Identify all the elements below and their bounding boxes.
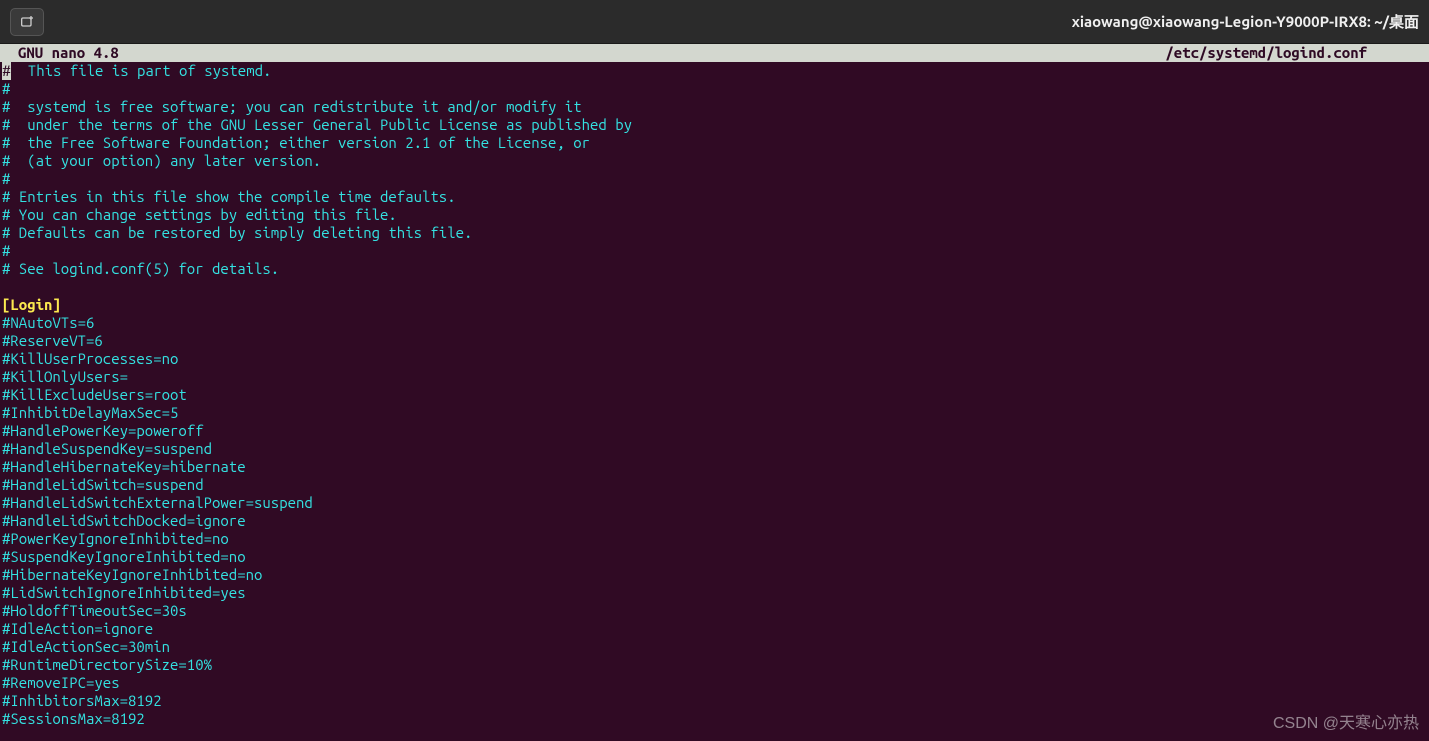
editor-line: # under the terms of the GNU Lesser Gene… — [2, 116, 1427, 134]
window-titlebar: xiaowang@xiaowang-Legion-Y9000P-IRX8: ~/… — [0, 0, 1429, 44]
editor-line: #IdleActionSec=30min — [2, 638, 1427, 656]
window-title: xiaowang@xiaowang-Legion-Y9000P-IRX8: ~/… — [1072, 13, 1419, 31]
editor-line: # See logind.conf(5) for details. — [2, 260, 1427, 278]
editor-line: #HandleLidSwitchExternalPower=suspend — [2, 494, 1427, 512]
editor-line: #HandleLidSwitch=suspend — [2, 476, 1427, 494]
editor-line: # (at your option) any later version. — [2, 152, 1427, 170]
editor-line: # — [2, 242, 1427, 260]
editor-line: #NAutoVTs=6 — [2, 314, 1427, 332]
editor-line: #KillUserProcesses=no — [2, 350, 1427, 368]
editor-line: #RemoveIPC=yes — [2, 674, 1427, 692]
cursor-block: # — [2, 62, 11, 80]
editor-line: #LidSwitchIgnoreInhibited=yes — [2, 584, 1427, 602]
editor-line: #KillOnlyUsers= — [2, 368, 1427, 386]
editor-line: # You can change settings by editing thi… — [2, 206, 1427, 224]
editor-line: # This file is part of systemd. — [2, 62, 1427, 80]
editor-line: #HandleLidSwitchDocked=ignore — [2, 512, 1427, 530]
editor-line: #SessionsMax=8192 — [2, 710, 1427, 728]
editor-line: #HibernateKeyIgnoreInhibited=no — [2, 566, 1427, 584]
nano-file-path: /etc/systemd/logind.conf — [1165, 44, 1427, 62]
editor-line: #ReserveVT=6 — [2, 332, 1427, 350]
editor-line: #PowerKeyIgnoreInhibited=no — [2, 530, 1427, 548]
nano-header: GNU nano 4.8 /etc/systemd/logind.conf — [0, 44, 1429, 62]
nano-app-name: GNU nano 4.8 — [18, 44, 119, 62]
new-tab-button[interactable] — [10, 8, 44, 36]
editor-line: #HandleHibernateKey=hibernate — [2, 458, 1427, 476]
editor-line: #HoldoffTimeoutSec=30s — [2, 602, 1427, 620]
editor-line — [2, 278, 1427, 296]
new-tab-icon — [19, 14, 35, 30]
editor-line: # Entries in this file show the compile … — [2, 188, 1427, 206]
editor-line: #InhibitorsMax=8192 — [2, 692, 1427, 710]
editor-line: #SuspendKeyIgnoreInhibited=no — [2, 548, 1427, 566]
editor-line: # the Free Software Foundation; either v… — [2, 134, 1427, 152]
editor-line: #InhibitDelayMaxSec=5 — [2, 404, 1427, 422]
editor-line: [Login] — [2, 296, 1427, 314]
editor-line: #KillExcludeUsers=root — [2, 386, 1427, 404]
editor-line: #RuntimeDirectorySize=10% — [2, 656, 1427, 674]
titlebar-left — [10, 8, 44, 36]
editor-line: # — [2, 170, 1427, 188]
editor-line: #HandlePowerKey=poweroff — [2, 422, 1427, 440]
editor-line: # — [2, 80, 1427, 98]
editor-line: # systemd is free software; you can redi… — [2, 98, 1427, 116]
editor-area[interactable]: # This file is part of systemd.## system… — [0, 62, 1429, 728]
editor-line: # Defaults can be restored by simply del… — [2, 224, 1427, 242]
editor-line: #HandleSuspendKey=suspend — [2, 440, 1427, 458]
editor-line: #IdleAction=ignore — [2, 620, 1427, 638]
